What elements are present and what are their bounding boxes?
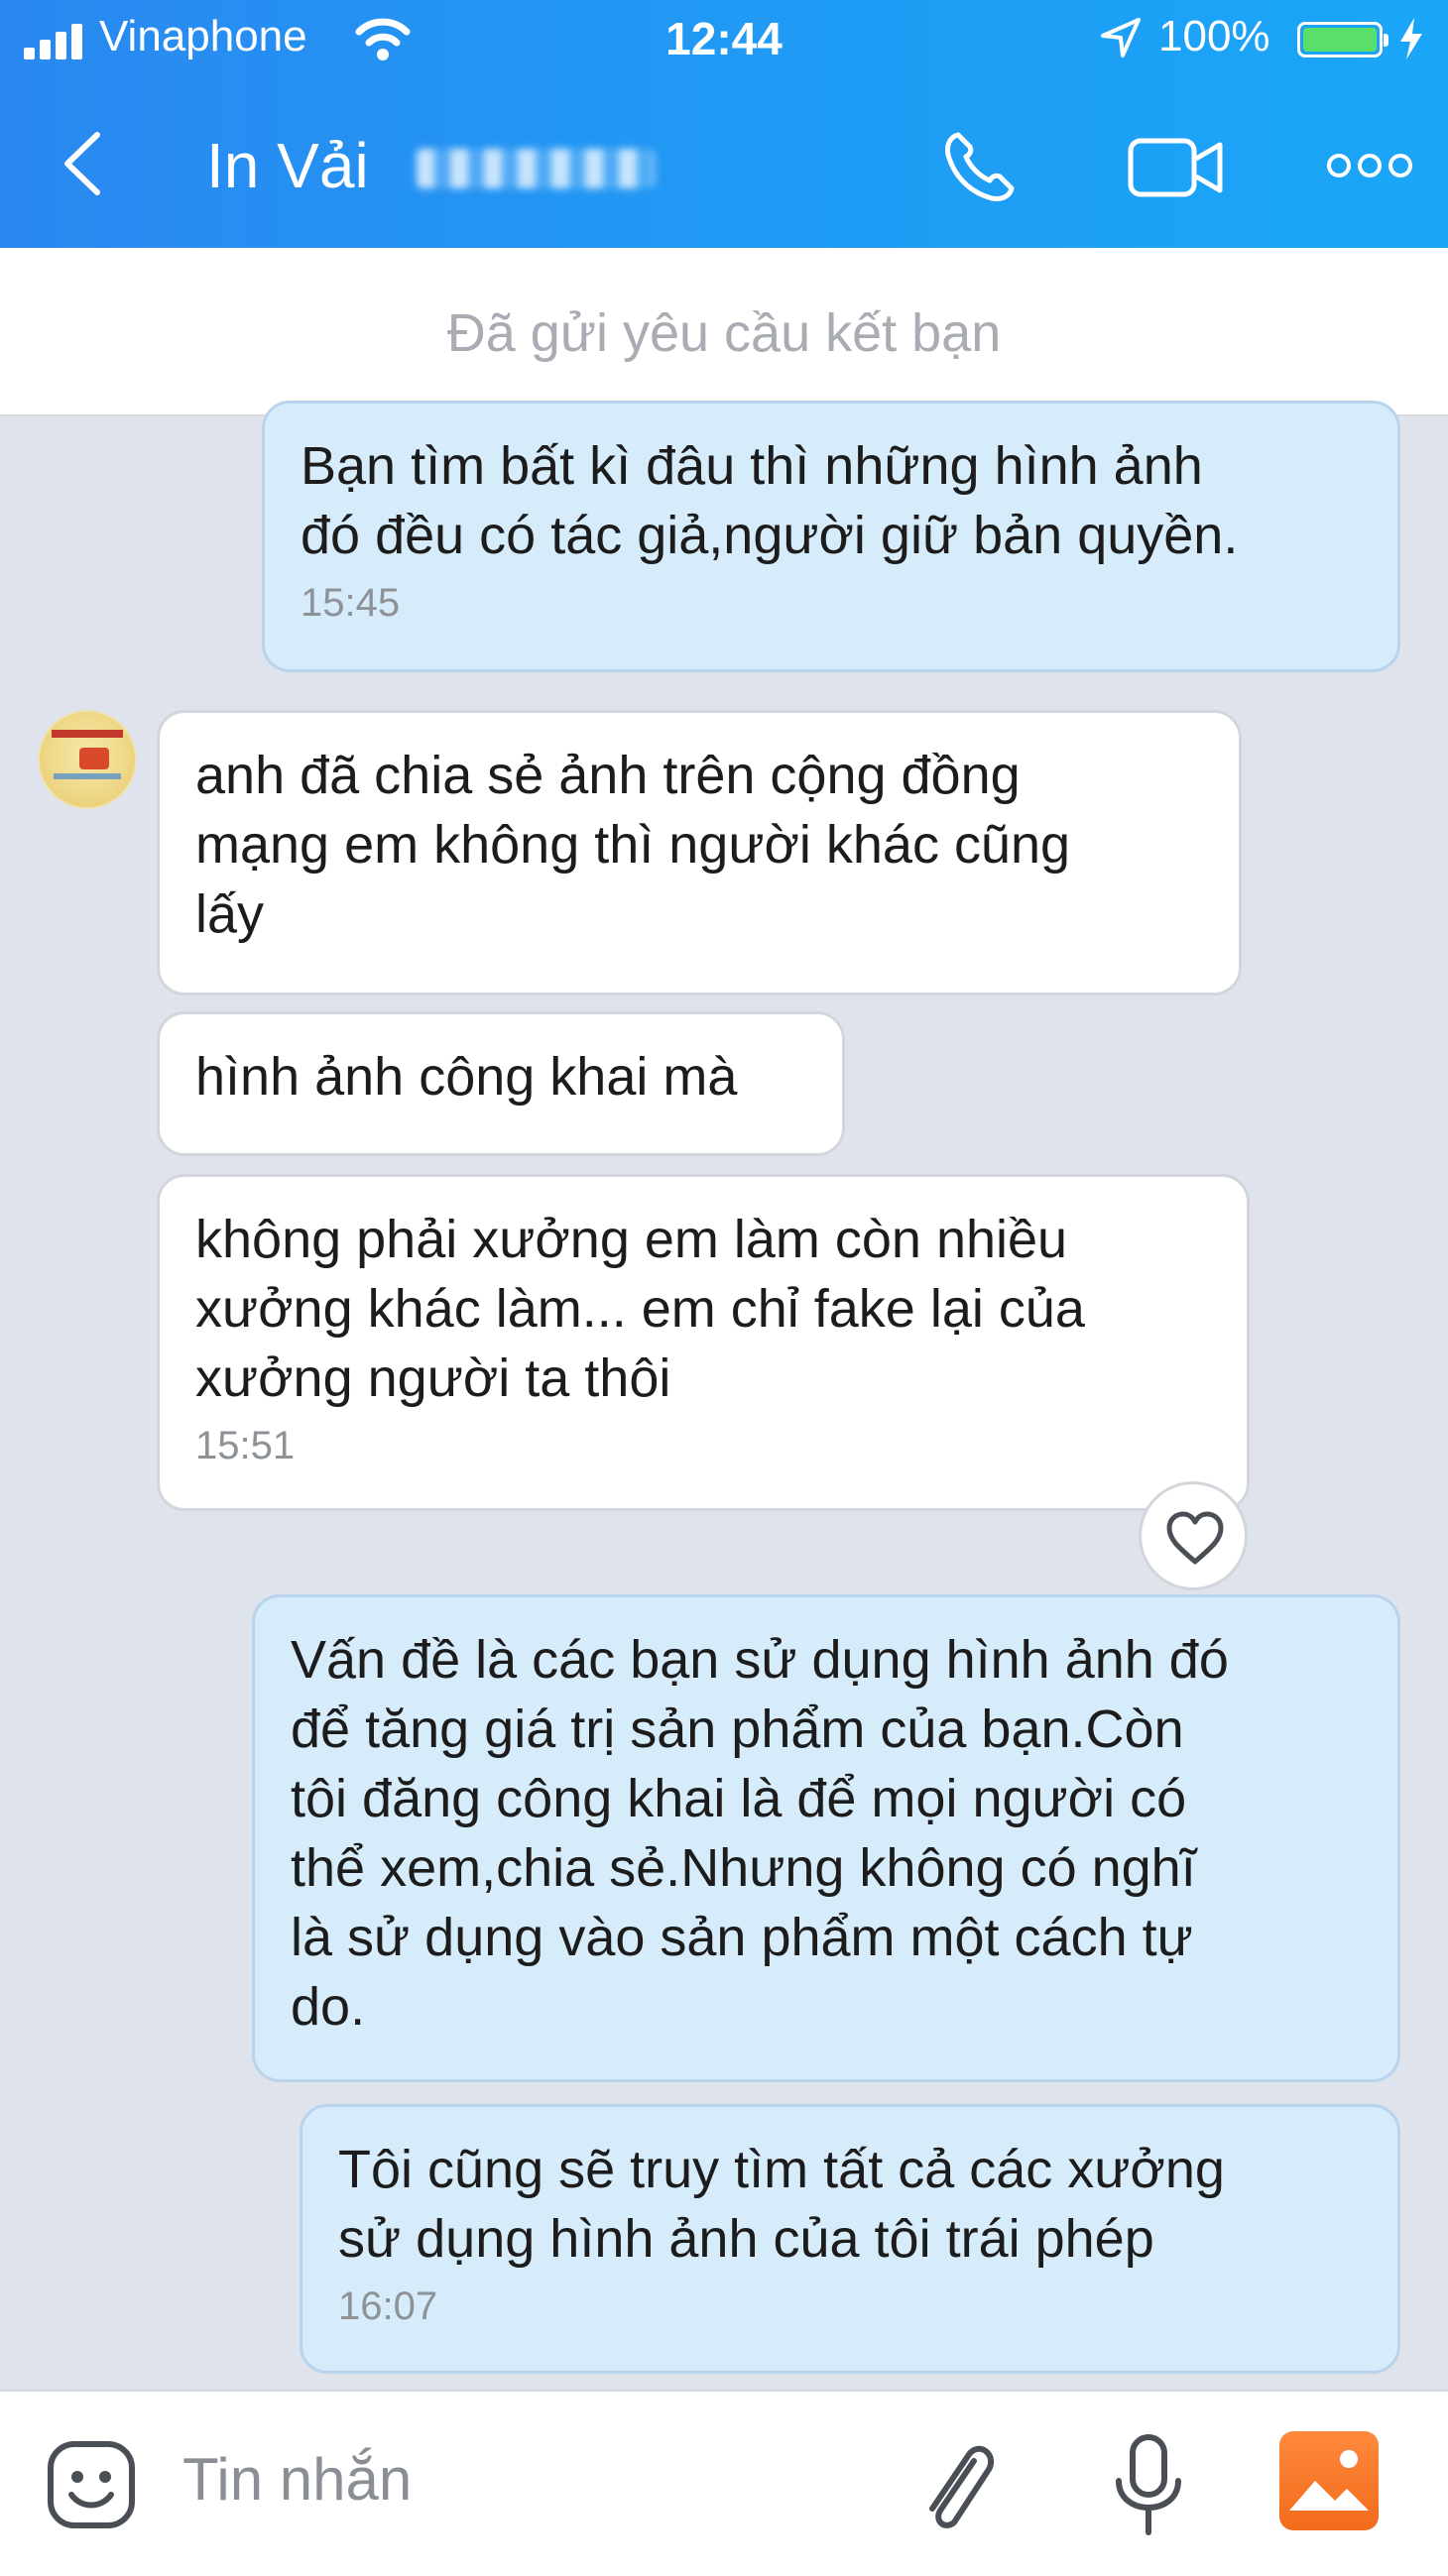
message-input-bar: Tin nhắn <box>0 2390 1448 2576</box>
emoji-icon[interactable] <box>46 2439 137 2530</box>
message-text: không phải xưởng em làm còn nhiều xưởng … <box>195 1210 1085 1408</box>
reaction-button[interactable] <box>1139 1481 1248 1590</box>
message-text: hình ảnh công khai mà <box>195 1047 738 1107</box>
message-bubble-incoming[interactable]: anh đã chia sẻ ảnh trên cộng đồng mạng e… <box>157 710 1242 995</box>
contact-avatar[interactable] <box>38 710 137 809</box>
message-text: Bạn tìm bất kì đâu thì những hình ảnh đó… <box>301 436 1239 565</box>
message-bubble-incoming[interactable]: không phải xưởng em làm còn nhiều xưởng … <box>157 1174 1250 1511</box>
photo-icon <box>1289 2450 1369 2511</box>
message-time: 15:51 <box>195 1424 296 1467</box>
heart-icon <box>1166 1511 1224 1565</box>
paperclip-icon[interactable] <box>912 2431 1002 2540</box>
status-bar: Vinaphone 12:44 100% <box>0 0 1448 79</box>
charging-bolt-icon <box>1400 18 1422 59</box>
chat-title[interactable]: In Vải <box>206 129 369 202</box>
chat-header: In Vải <box>0 99 1448 228</box>
message-time: 16:07 <box>338 2284 438 2328</box>
message-input[interactable]: Tin nhắn <box>182 2445 412 2514</box>
photo-button[interactable] <box>1279 2431 1379 2530</box>
message-text: Vấn đề là các bạn sử dụng hình ảnh đó để… <box>291 1630 1229 2037</box>
location-arrow-icon <box>1101 18 1141 58</box>
battery-percent: 100% <box>1158 12 1270 60</box>
message-bubble-outgoing[interactable]: Bạn tìm bất kì đâu thì những hình ảnh đó… <box>262 401 1400 672</box>
chevron-left-icon[interactable] <box>58 129 107 198</box>
message-bubble-incoming[interactable]: hình ảnh công khai mà <box>157 1011 845 1156</box>
message-bubble-outgoing[interactable]: Tôi cũng sẽ truy tìm tất cả các xưởng sử… <box>300 2104 1400 2374</box>
message-time: 15:45 <box>301 581 401 625</box>
microphone-icon[interactable] <box>1109 2431 1188 2540</box>
video-camera-icon[interactable] <box>1127 135 1226 200</box>
phone-icon[interactable] <box>940 129 1018 206</box>
message-text: anh đã chia sẻ ảnh trên cộng đồng mạng e… <box>195 746 1071 944</box>
message-text: Tôi cũng sẽ truy tìm tất cả các xưởng sử… <box>338 2140 1225 2269</box>
battery-icon <box>1297 22 1388 58</box>
blurred-name <box>417 149 655 188</box>
more-dots-icon[interactable] <box>1325 151 1414 180</box>
top-bar: Vinaphone 12:44 100% In Vải <box>0 0 1448 248</box>
friend-request-banner: Đã gửi yêu cầu kết bạn <box>0 248 1448 416</box>
friend-request-text: Đã gửi yêu cầu kết bạn <box>446 303 1002 363</box>
message-bubble-outgoing[interactable]: Vấn đề là các bạn sử dụng hình ảnh đó để… <box>252 1594 1400 2082</box>
